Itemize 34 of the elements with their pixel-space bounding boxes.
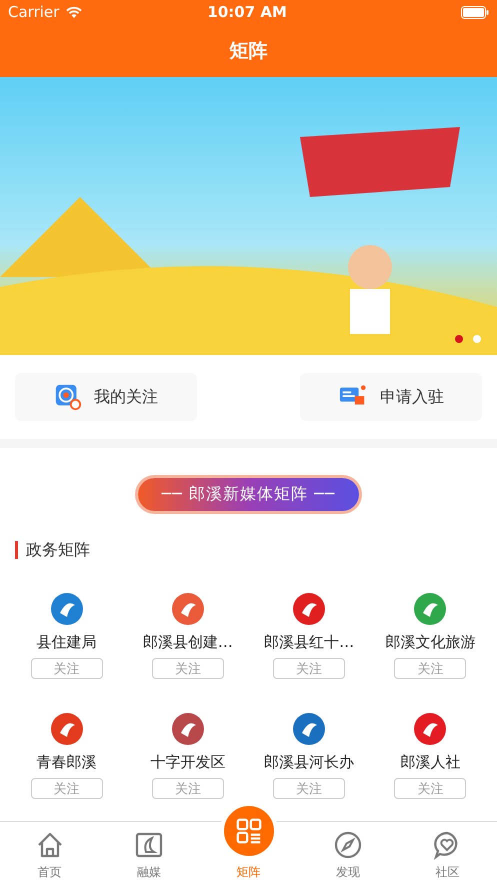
target-icon <box>54 383 82 411</box>
follow-button[interactable]: 关注 <box>30 778 103 799</box>
apply-join-button[interactable]: 申请入驻 <box>300 373 482 421</box>
account-name[interactable]: 十字开发区 <box>150 753 226 772</box>
my-follows-button[interactable]: 我的关注 <box>15 373 197 421</box>
follow-button[interactable]: 关注 <box>273 658 346 679</box>
tab-item[interactable]: 社区 <box>398 822 497 883</box>
tab-item[interactable]: 融媒 <box>99 822 199 883</box>
section-title: 政务矩阵 <box>15 541 497 559</box>
follow-button[interactable]: 关注 <box>394 778 466 799</box>
wifi-icon <box>65 6 84 18</box>
tab-item[interactable]: 首页 <box>0 822 100 883</box>
account-name[interactable]: 郎溪县创建… <box>142 633 233 652</box>
follow-button[interactable]: 关注 <box>152 658 224 679</box>
follow-button[interactable]: 关注 <box>394 658 466 679</box>
tab-item[interactable]: 矩阵 <box>198 799 298 883</box>
account-name[interactable]: 郎溪县河长办 <box>264 753 354 772</box>
account-name[interactable]: 郎溪县红十… <box>264 633 354 652</box>
account-name[interactable]: 郎溪人社 <box>400 753 460 772</box>
follow-button[interactable]: 关注 <box>273 778 346 799</box>
follow-button[interactable]: 关注 <box>30 658 103 679</box>
tab-item[interactable]: 发现 <box>298 822 398 883</box>
status-time: 10:07 AM <box>206 3 288 21</box>
follow-button[interactable]: 关注 <box>152 778 224 799</box>
account-name[interactable]: 县住建局 <box>36 633 97 652</box>
account-name[interactable]: 青春郎溪 <box>36 753 97 772</box>
compass-icon <box>332 830 363 860</box>
section-banner: ── 郎溪新媒体矩阵 ── <box>138 478 360 511</box>
banner-illustration[interactable] <box>0 77 497 355</box>
page-title: 矩阵 <box>230 38 268 64</box>
battery-icon <box>461 6 489 18</box>
account-name[interactable]: 郎溪文化旅游 <box>385 633 476 652</box>
moon-card-icon <box>134 830 164 860</box>
carrier-name: Carrier <box>8 3 60 21</box>
